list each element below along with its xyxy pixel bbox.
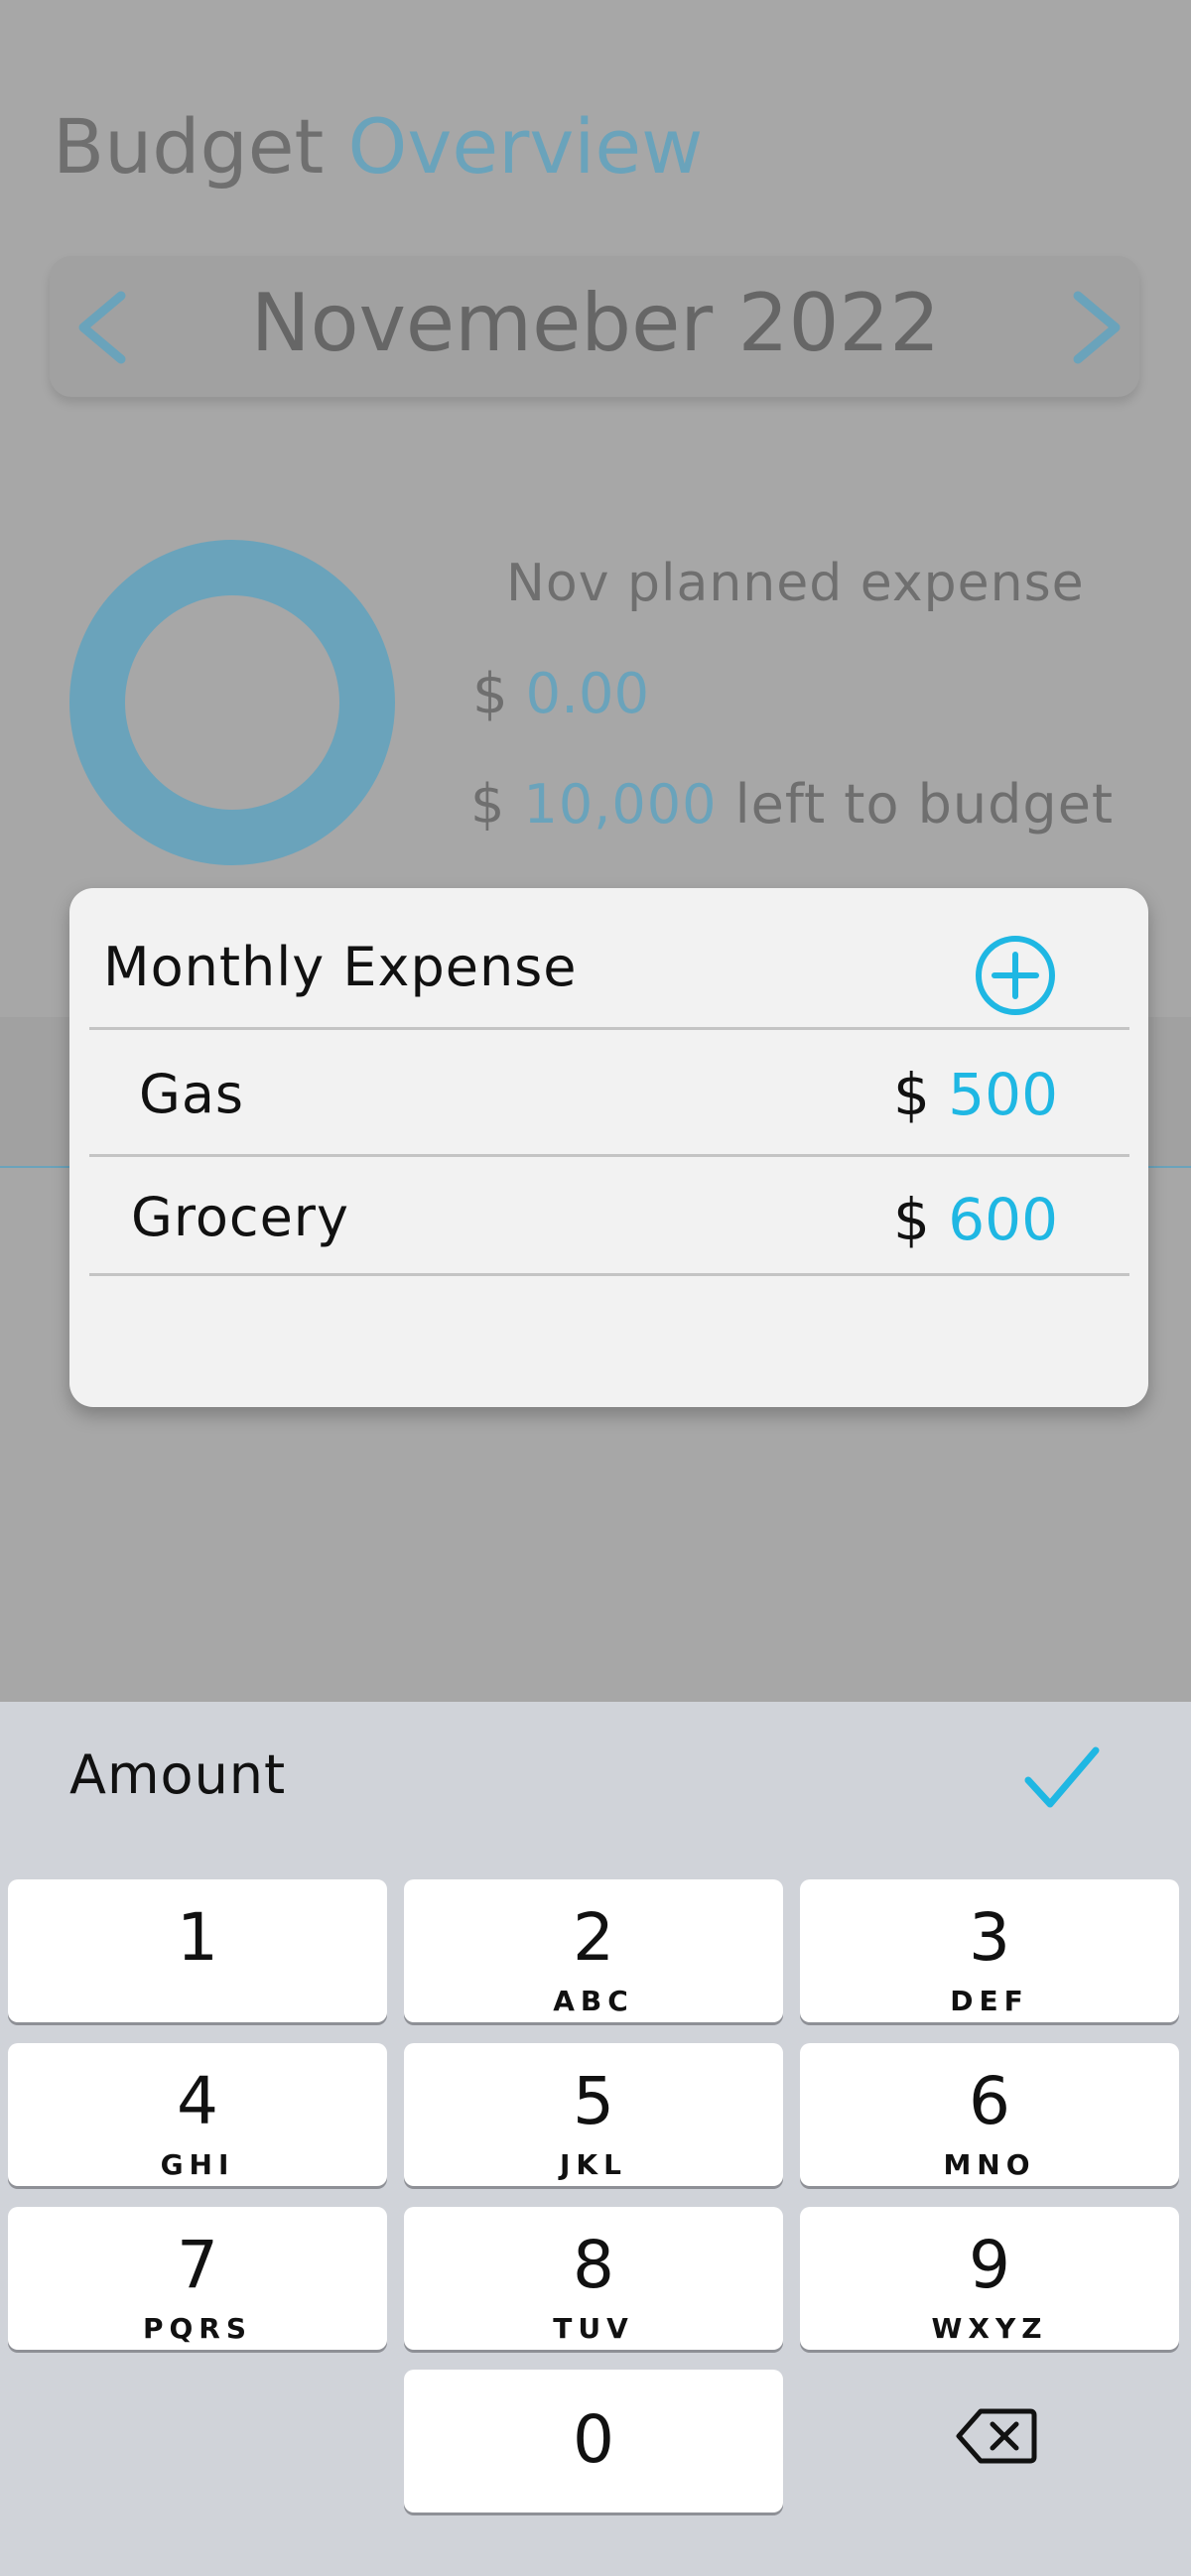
divider [89, 1154, 1129, 1157]
key-4[interactable]: 4 GHI [8, 2043, 387, 2186]
key-digit: 6 [969, 2063, 1010, 2139]
expense-amount-value: 500 [948, 1061, 1058, 1128]
key-letters: GHI [160, 2148, 235, 2181]
expense-row-amount[interactable]: $ 500 [794, 1066, 1058, 1123]
modal-title: Monthly Expense [103, 936, 578, 998]
key-digit: 7 [177, 2227, 218, 2303]
key-7[interactable]: 7 PQRS [8, 2207, 387, 2350]
page-title-accent: Overview [347, 102, 704, 191]
currency-symbol: $ [472, 662, 508, 726]
expense-amount-value: 600 [948, 1186, 1058, 1253]
currency-symbol: $ [470, 773, 506, 836]
planned-expense-label: Nov planned expense [506, 554, 1085, 613]
left-to-budget: $ 10,000 left to budget [470, 778, 1114, 832]
expense-row-name[interactable]: Grocery [131, 1191, 349, 1244]
key-9[interactable]: 9 WXYZ [800, 2207, 1179, 2350]
budget-donut-chart [69, 540, 395, 865]
currency-symbol: $ [892, 1186, 930, 1253]
key-0[interactable]: 0 [404, 2370, 783, 2512]
planned-expense-amount: $ 0.00 [472, 667, 649, 722]
page-title-primary: Budget [53, 102, 325, 191]
key-2[interactable]: 2 ABC [404, 1879, 783, 2022]
left-amount-value: 10,000 [523, 773, 718, 836]
planned-amount-value: 0.00 [525, 662, 650, 726]
key-digit: 0 [573, 2401, 614, 2478]
key-6[interactable]: 6 MNO [800, 2043, 1179, 2186]
plus-circle-icon[interactable] [973, 933, 1058, 1018]
key-digit: 9 [969, 2227, 1010, 2303]
key-digit: 4 [177, 2063, 218, 2139]
divider [89, 1273, 1129, 1276]
month-label: Novemeber 2022 [250, 277, 941, 369]
key-letters: WXYZ [931, 2312, 1048, 2345]
key-5[interactable]: 5 JKL [404, 2043, 783, 2186]
key-letters: DEF [950, 1985, 1029, 2017]
page-title: Budget Overview [53, 109, 703, 185]
key-letters: ABC [553, 1985, 634, 2017]
currency-symbol: $ [892, 1061, 930, 1128]
key-1[interactable]: 1 [8, 1879, 387, 2022]
checkmark-icon[interactable] [1022, 1742, 1102, 1812]
divider [89, 1027, 1129, 1030]
key-letters: PQRS [142, 2312, 253, 2345]
keyboard-field-label: Amount [69, 1743, 287, 1806]
key-letters: TUV [553, 2312, 634, 2345]
backspace-icon[interactable] [955, 2405, 1038, 2467]
expense-row-amount[interactable]: $ 600 [794, 1191, 1058, 1248]
left-to-budget-label: left to budget [734, 773, 1115, 836]
key-8[interactable]: 8 TUV [404, 2207, 783, 2350]
key-digit: 5 [573, 2063, 614, 2139]
key-3[interactable]: 3 DEF [800, 1879, 1179, 2022]
key-letters: JKL [560, 2148, 627, 2181]
expense-row-name[interactable]: Gas [139, 1068, 244, 1121]
key-digit: 1 [177, 1899, 218, 1976]
key-digit: 2 [573, 1899, 614, 1976]
key-letters: MNO [943, 2148, 1036, 2181]
key-digit: 8 [573, 2227, 614, 2303]
chevron-right-icon[interactable] [1060, 288, 1129, 367]
key-digit: 3 [969, 1899, 1010, 1976]
